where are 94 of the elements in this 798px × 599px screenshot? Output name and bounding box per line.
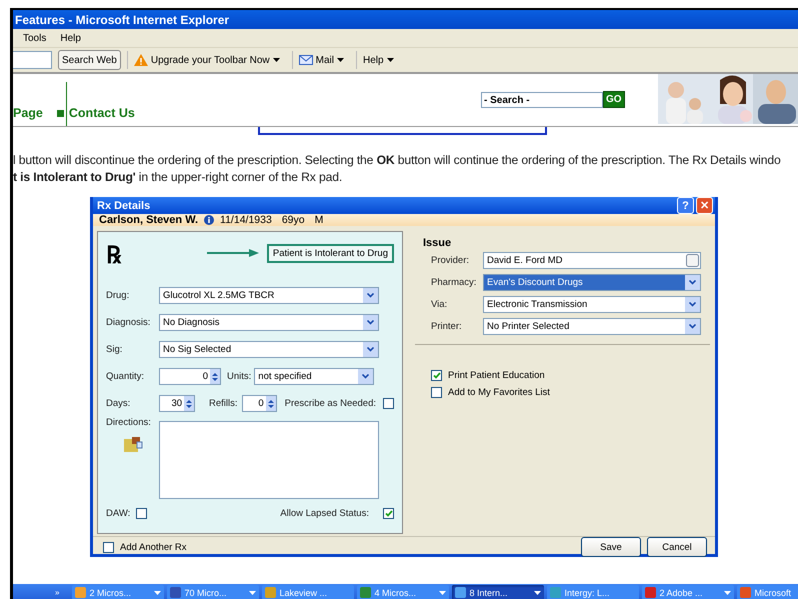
app-icon: [455, 587, 466, 598]
field-label: Prescribe as Needed:: [284, 398, 376, 409]
field-label: Units:: [227, 371, 252, 382]
field-label: Printer:: [431, 320, 463, 332]
field-label: Pharmacy:: [431, 276, 478, 288]
checkbox[interactable]: [383, 398, 394, 409]
lookup-field[interactable]: David E. Ford MD: [483, 252, 701, 268]
check-icon: [384, 510, 392, 516]
app-icon: [170, 587, 182, 598]
toolbar-search-field[interactable]: [13, 51, 52, 69]
close-button[interactable]: ✕: [696, 197, 713, 214]
field-label: Days:: [106, 398, 132, 409]
directions-field[interactable]: [159, 421, 379, 499]
field-label: DAW:: [106, 508, 130, 518]
spinner-arrows-icon[interactable]: [184, 396, 194, 411]
field-label: Quantity:: [106, 371, 146, 382]
patient-age: 69yo: [282, 214, 305, 226]
caret-icon: [336, 58, 344, 62]
dropdown[interactable]: Evan's Discount Drugs: [483, 274, 701, 290]
overflow-chevron[interactable]: »: [55, 588, 60, 597]
envelope-icon: [298, 55, 313, 65]
chevron-icon: [367, 293, 374, 298]
checkbox[interactable]: [136, 508, 148, 518]
dropdown[interactable]: No Sig Selected: [159, 341, 379, 358]
window-title: Features - Microsoft Internet Explorer: [13, 10, 798, 29]
check-icon: [432, 372, 440, 379]
dialog-button[interactable]: Save: [581, 537, 641, 557]
field-label: Refills:: [209, 398, 238, 409]
menu-item[interactable]: Tools: [23, 32, 46, 44]
checkbox[interactable]: [431, 387, 442, 398]
bullet-icon: [56, 110, 64, 117]
field-label: Directions:: [106, 417, 152, 428]
rx-mark: ℞: [106, 238, 121, 270]
dropdown[interactable]: No Printer Selected: [483, 318, 701, 334]
app-icon: [740, 587, 752, 598]
taskbar-button[interactable]: 8 Intern...: [452, 585, 544, 599]
chevron-icon: [362, 374, 370, 379]
app-icon: [360, 587, 372, 598]
refills-spinner[interactable]: 0: [242, 395, 277, 412]
chevron-icon: [689, 324, 696, 328]
arrow-icon: [206, 249, 259, 257]
toolbar-button[interactable]: Mail: [292, 51, 350, 69]
days-spinner[interactable]: 30: [159, 395, 196, 412]
body-text: t is Intolerant to Drug' in the upper-right corner of the Rx pad.: [13, 170, 344, 184]
chevron-icon: [689, 302, 696, 306]
dropdown[interactable]: No Diagnosis: [159, 314, 379, 331]
app-icon: [645, 587, 656, 598]
toolbar-button[interactable]: Upgrade your Toolbar Now: [126, 51, 286, 69]
spinner-arrows-icon[interactable]: [266, 396, 276, 411]
field-label: Via:: [431, 298, 448, 310]
body-text: l button will discontinue the ordering of the prescription. Selecting the OK button will continue the ordering of the prescription. The Rx Details windo: [13, 153, 782, 167]
dropdown[interactable]: Electronic Transmission: [483, 296, 701, 312]
field-label: Diagnosis:: [106, 317, 152, 328]
quantity-spinner[interactable]: 0: [159, 368, 221, 385]
patient-sex: M: [314, 214, 324, 226]
checkbox-label: Add Another Rx: [120, 542, 187, 552]
field-label: Sig:: [106, 344, 124, 355]
app-icon: [265, 587, 276, 598]
field-label: Provider:: [431, 254, 470, 266]
birth-date: 11/14/1933: [220, 214, 272, 226]
checkbox[interactable]: [431, 370, 442, 381]
chevron-icon: [367, 347, 374, 352]
checkbox[interactable]: [383, 508, 394, 518]
dropdown[interactable]: not specified: [254, 368, 374, 385]
info-icon[interactable]: [204, 215, 214, 225]
lookup-icon[interactable]: [686, 254, 699, 266]
caret-icon: [386, 58, 394, 62]
go-button[interactable]: GO: [603, 91, 625, 108]
chevron-icon: [689, 280, 696, 284]
dropdown[interactable]: Glucotrol XL 2.5MG TBCR: [159, 287, 379, 304]
section-heading: Issue: [423, 237, 452, 249]
nav-link[interactable]: Page: [13, 106, 43, 120]
menu-item[interactable]: Help: [60, 32, 81, 44]
warning-icon: [134, 54, 148, 66]
folder-hand-icon[interactable]: [122, 436, 144, 454]
checkbox-label: Print Patient Education: [448, 370, 545, 381]
app-icon: [550, 587, 562, 598]
checkbox[interactable]: [103, 542, 114, 552]
caret-icon: [272, 58, 280, 62]
dialog-title: Rx Details: [97, 200, 150, 212]
search-web-button[interactable]: Search Web: [58, 50, 121, 70]
chevron-icon: [367, 320, 374, 325]
dialog-button[interactable]: Cancel: [647, 537, 707, 557]
app-icon: [75, 587, 86, 598]
help-button[interactable]: ?: [677, 197, 694, 214]
nav-link[interactable]: Contact Us: [68, 106, 135, 120]
field-label: Drug:: [106, 290, 130, 301]
spinner-arrows-icon[interactable]: [210, 369, 220, 384]
patient-name: Carlson, Steven W.: [99, 214, 198, 226]
alert-label: Patient is Intolerant to Drug: [266, 244, 394, 262]
field-label: Allow Lapsed Status:: [280, 508, 369, 518]
toolbar-button[interactable]: Help: [356, 51, 400, 69]
checkbox-label: Add to My Favorites List: [448, 387, 550, 398]
search-field[interactable]: - Search -: [481, 92, 603, 108]
